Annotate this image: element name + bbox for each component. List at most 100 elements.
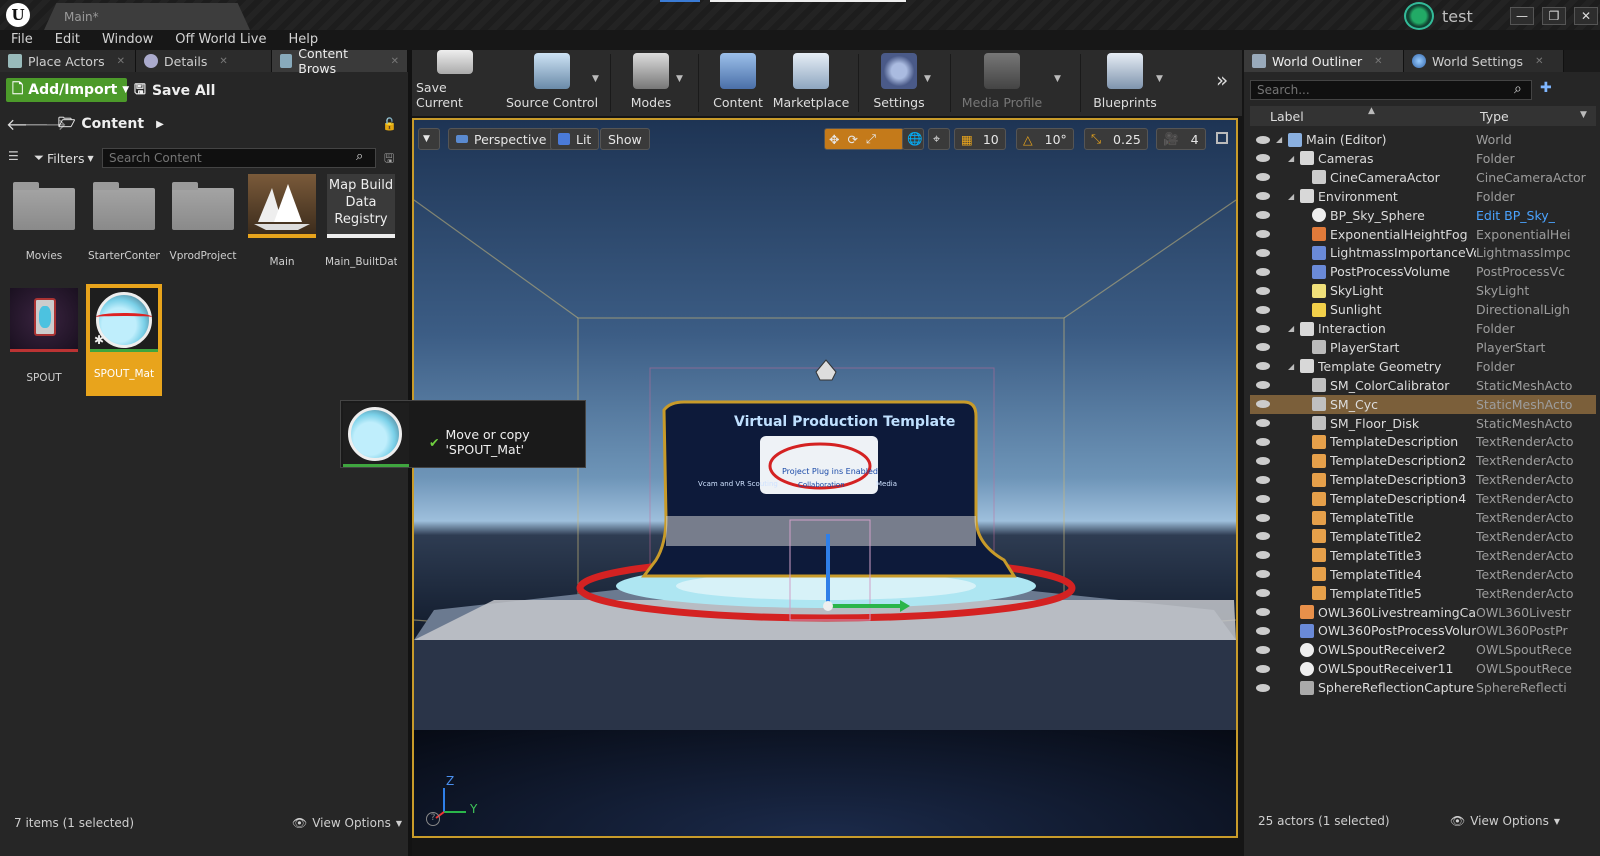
close-tab-icon[interactable]: ✕ (1374, 56, 1382, 67)
tab-world-outliner[interactable]: World Outliner ✕ (1244, 50, 1404, 72)
save-current-button[interactable]: Save Current (416, 50, 494, 116)
close-button[interactable]: ✕ (1574, 7, 1598, 25)
outliner-row[interactable]: TemplateDescription3 TextRenderActo (1250, 470, 1596, 489)
grid-snap-control[interactable]: ▦ 10 (954, 128, 1006, 150)
asset-tile[interactable]: SPOUT (8, 288, 80, 384)
outliner-row[interactable]: CineCameraActor CineCameraActor (1250, 168, 1596, 187)
menu-window[interactable]: Window (91, 30, 164, 50)
visibility-eye-icon[interactable] (1256, 570, 1270, 579)
viewport-options-button[interactable]: ▼ (418, 128, 440, 150)
content-search-input[interactable] (102, 148, 376, 168)
outliner-row[interactable]: TemplateDescription4 TextRenderActo (1250, 489, 1596, 508)
visibility-eye-icon[interactable] (1256, 192, 1270, 201)
asset-tile[interactable]: Main (246, 174, 318, 268)
view-options-button[interactable]: 👁 View Options ▼ (292, 816, 402, 830)
minimize-button[interactable]: — (1510, 7, 1534, 25)
asset-tile[interactable]: StarterContent (88, 180, 160, 262)
outliner-row[interactable]: ◢ Template Geometry Folder (1250, 357, 1596, 376)
maximize-viewport-icon[interactable] (1216, 132, 1228, 144)
outliner-row[interactable]: TemplateTitle4 TextRenderActo (1250, 565, 1596, 584)
chevron-down-icon[interactable]: ▼ (924, 74, 931, 84)
breadcrumb[interactable]: 🗁 Content ▶ (50, 112, 164, 136)
outliner-row[interactable]: OWL360PostProcessVolume OWL360PostPr (1250, 621, 1596, 640)
expand-arrow-icon[interactable]: ◢ (1288, 362, 1294, 371)
outliner-row[interactable]: OWL360LivestreamingCamPOWL360Livestr (1250, 603, 1596, 622)
outliner-row[interactable]: TemplateTitle TextRenderActo (1250, 508, 1596, 527)
visibility-eye-icon[interactable] (1256, 286, 1270, 295)
visibility-eye-icon[interactable] (1256, 324, 1270, 333)
content-button[interactable]: Content (706, 50, 770, 116)
chevron-down-icon[interactable]: ▼ (1580, 110, 1587, 120)
add-actor-icon[interactable]: ✚ (1540, 80, 1552, 96)
save-all-button[interactable]: 🖫 Save All (134, 79, 215, 103)
outliner-row[interactable]: SM_ColorCalibrator StaticMeshActo (1250, 376, 1596, 395)
close-tab-icon[interactable]: ✕ (219, 56, 227, 67)
visibility-eye-icon[interactable] (1256, 400, 1270, 409)
outliner-row[interactable]: SM_Floor_Disk StaticMeshActo (1250, 414, 1596, 433)
chevron-down-icon[interactable]: ▼ (592, 74, 599, 84)
visibility-eye-icon[interactable] (1256, 437, 1270, 446)
visibility-eye-icon[interactable] (1256, 173, 1270, 182)
asset-tile-selected[interactable]: ✱ SPOUT_Mat (86, 284, 162, 396)
chevron-down-icon[interactable]: ▼ (1156, 74, 1163, 84)
visibility-eye-icon[interactable] (1256, 494, 1270, 503)
outliner-row[interactable]: TemplateDescription2 TextRenderActo (1250, 451, 1596, 470)
lock-icon[interactable]: 🔓 (382, 117, 397, 131)
visibility-eye-icon[interactable] (1256, 230, 1270, 238)
search-icon[interactable]: ⌕ (356, 149, 363, 164)
document-tab-main[interactable]: Main* (44, 3, 250, 30)
view-list-icon[interactable]: ☰ (8, 149, 19, 163)
blueprints-button[interactable]: Blueprints (1088, 50, 1162, 116)
outliner-row[interactable]: OWLSpoutReceiver2 OWLSpoutRece (1250, 640, 1596, 659)
visibility-eye-icon[interactable] (1256, 456, 1270, 465)
visibility-eye-icon[interactable] (1256, 211, 1270, 220)
outliner-row[interactable]: TemplateDescription TextRenderActo (1250, 432, 1596, 451)
visibility-eye-icon[interactable] (1256, 683, 1270, 692)
marketplace-button[interactable]: Marketplace (772, 50, 850, 116)
edit-blueprint-link[interactable]: Edit BP_Sky_ (1476, 208, 1596, 223)
outliner-row[interactable]: Sunlight DirectionalLigh (1250, 300, 1596, 319)
media-profile-button[interactable]: Media Profile (958, 50, 1046, 116)
outliner-row[interactable]: BP_Sky_Sphere Edit BP_Sky_ (1250, 206, 1596, 225)
asset-tile[interactable]: Map Build Data Registry Main_BuiltData (325, 174, 397, 268)
tab-world-settings[interactable]: World Settings ✕ (1404, 50, 1564, 72)
user-avatar[interactable] (1404, 2, 1434, 30)
outliner-row[interactable]: SM_Cyc StaticMeshActo (1250, 394, 1596, 414)
tab-place-actors[interactable]: Place Actors ✕ (0, 50, 136, 72)
outliner-view-options-button[interactable]: 👁 View Options ▼ (1450, 814, 1560, 828)
outliner-row[interactable]: ◢ Cameras Folder (1250, 149, 1596, 168)
visibility-eye-icon[interactable] (1256, 305, 1270, 314)
visibility-eye-icon[interactable] (1256, 267, 1270, 276)
column-label[interactable]: Label (1270, 109, 1304, 124)
visibility-eye-icon[interactable] (1256, 343, 1270, 352)
outliner-row[interactable]: SphereReflectionCapture SphereReflecti (1250, 678, 1596, 697)
toolbar-overflow-icon[interactable]: » (1216, 68, 1228, 92)
visibility-eye-icon[interactable] (1256, 154, 1270, 163)
outliner-search-input[interactable] (1250, 80, 1532, 100)
outliner-row[interactable]: ◢ Interaction Folder (1250, 319, 1596, 338)
outliner-row[interactable]: TemplateTitle2 TextRenderActo (1250, 527, 1596, 546)
perspective-button[interactable]: Perspective (448, 128, 555, 150)
asset-tile[interactable]: Movies (8, 180, 80, 262)
visibility-eye-icon[interactable] (1256, 608, 1270, 616)
menu-file[interactable]: File (0, 30, 44, 50)
visibility-eye-icon[interactable] (1256, 475, 1270, 484)
source-control-button[interactable]: Source Control (502, 50, 602, 116)
outliner-row[interactable]: TemplateTitle5 TextRenderActo (1250, 584, 1596, 603)
expand-arrow-icon[interactable]: ◢ (1276, 135, 1282, 144)
column-type[interactable]: Type (1480, 109, 1509, 124)
menu-edit[interactable]: Edit (44, 30, 91, 50)
add-import-button[interactable]: 🗋 Add/Import ▼ (6, 78, 129, 102)
transform-tools[interactable]: ✥ ⟳ ⤢ (824, 128, 904, 150)
help-icon[interactable]: ? (426, 812, 440, 826)
visibility-eye-icon[interactable] (1256, 551, 1270, 560)
visibility-eye-icon[interactable] (1256, 664, 1270, 673)
close-tab-icon[interactable]: ✕ (391, 56, 399, 67)
tab-details[interactable]: Details ✕ (136, 50, 272, 72)
rotate-icon[interactable]: ⟳ (847, 132, 857, 147)
show-button[interactable]: Show (600, 128, 650, 150)
tab-content-browser[interactable]: Content Brows ✕ (272, 46, 408, 76)
outliner-row[interactable]: TemplateTitle3 TextRenderActo (1250, 546, 1596, 565)
save-search-icon[interactable]: 🖫 (384, 149, 394, 170)
visibility-eye-icon[interactable] (1256, 513, 1270, 522)
